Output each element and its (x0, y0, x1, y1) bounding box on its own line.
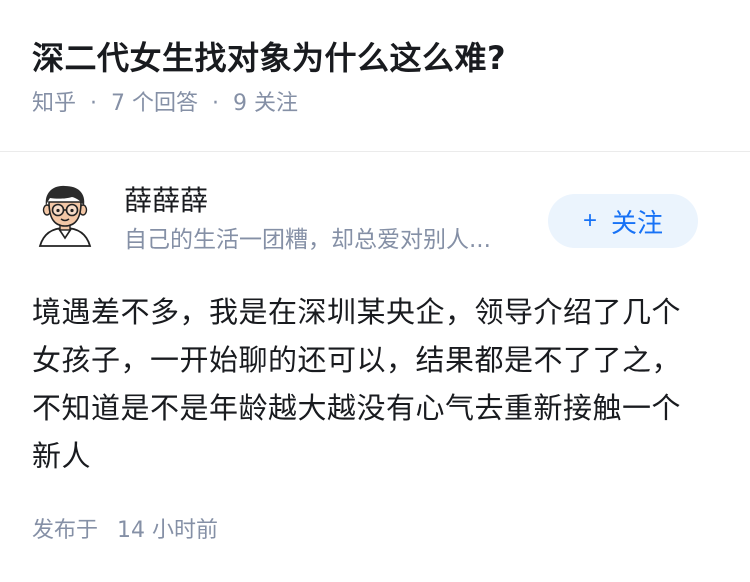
author-row: 薛薛薛 自己的生活一团糟，却总爱对别人... + 关注 (32, 180, 718, 264)
divider (0, 151, 750, 152)
answers-count[interactable]: 7 个回答 (111, 88, 198, 120)
followers-count[interactable]: 9 关注 (233, 88, 298, 120)
question-meta: 知乎 · 7 个回答 · 9 关注 (32, 88, 718, 120)
author-name[interactable]: 薛薛薛 (124, 182, 544, 220)
answer-meta: 发布于 14 小时前 (32, 515, 218, 547)
answer-content[interactable]: 境遇差不多，我是在深圳某央企，领导介绍了几个女孩子，一开始聊的还可以，结果都是不… (32, 288, 704, 480)
question-title[interactable]: 深二代女生找对象为什么这么难? (32, 36, 718, 80)
question-source[interactable]: 知乎 (32, 88, 76, 120)
question-header: 深二代女生找对象为什么这么难? 知乎 · 7 个回答 · 9 关注 (0, 0, 750, 116)
avatar[interactable] (32, 182, 98, 248)
published-time: 14 小时前 (117, 518, 219, 543)
follow-label: 关注 (611, 207, 664, 238)
meta-separator: · (90, 91, 98, 116)
plus-icon: + (582, 207, 597, 234)
page: 深二代女生找对象为什么这么难? 知乎 · 7 个回答 · 9 关注 薛薛薛 自己… (0, 0, 750, 582)
author-bio: 自己的生活一团糟，却总爱对别人... (124, 227, 491, 253)
published-prefix: 发布于 (32, 518, 99, 543)
meta-separator: · (212, 91, 220, 116)
answer-card: 薛薛薛 自己的生活一团糟，却总爱对别人... + 关注 境遇差不多，我是在深圳某… (32, 180, 718, 543)
cartoon-man-avatar-icon (38, 185, 92, 247)
author-info: 薛薛薛 自己的生活一团糟，却总爱对别人... (124, 182, 544, 256)
follow-button[interactable]: + 关注 (548, 194, 698, 248)
